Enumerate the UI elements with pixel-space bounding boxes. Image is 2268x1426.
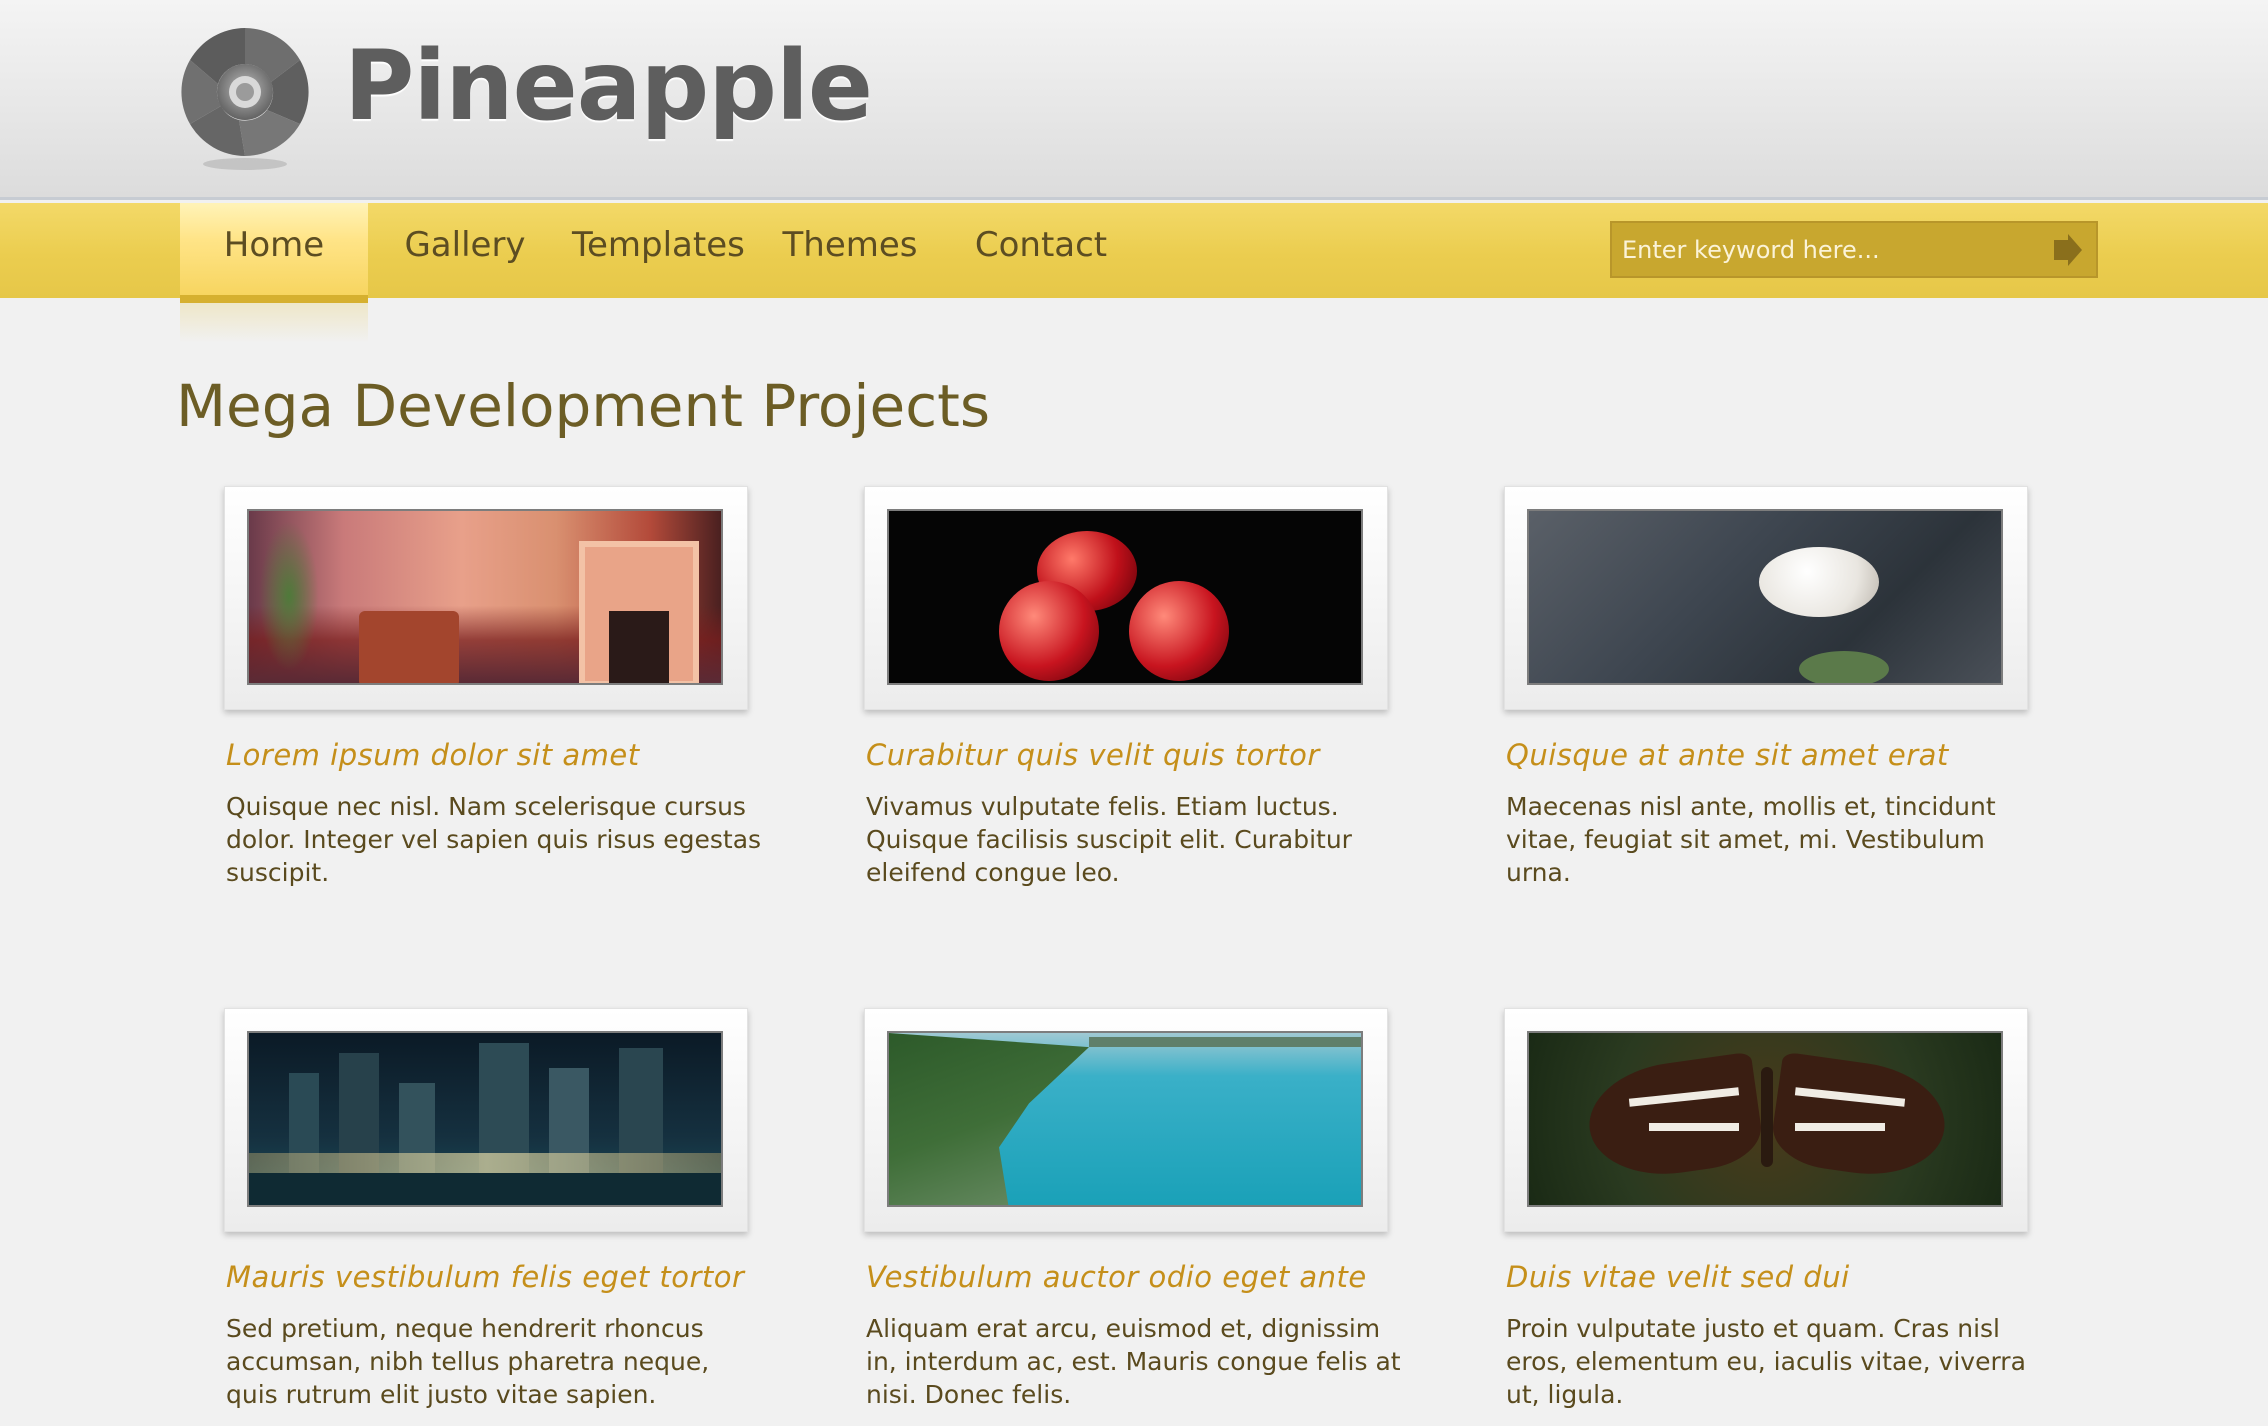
- card-title[interactable]: Mauris vestibulum felis eget tortor: [226, 1260, 826, 1294]
- card-text: Quisque nec nisl. Nam scelerisque cursus…: [226, 792, 762, 887]
- card-title[interactable]: Curabitur quis velit quis tortor: [866, 738, 1466, 772]
- card-title[interactable]: Quisque at ante sit amet erat: [1506, 738, 2106, 772]
- image-frame: [864, 1008, 1388, 1232]
- image-frame: [1504, 1008, 2028, 1232]
- image-frame: [1504, 486, 2028, 710]
- image-frame: [864, 486, 1388, 710]
- active-tab-glow: [180, 303, 368, 343]
- card-text: Proin vulputate justo et quam. Cras nisl…: [1506, 1314, 2026, 1409]
- butterfly-photo[interactable]: [1527, 1031, 2003, 1207]
- search-box: [1610, 221, 2098, 278]
- card-text: Vivamus vulputate felis. Etiam luctus. Q…: [866, 792, 1352, 887]
- image-frame: [224, 1008, 748, 1232]
- aperture-logo-icon[interactable]: [176, 24, 314, 174]
- card-text: Aliquam erat arcu, euismod et, dignissim…: [866, 1314, 1401, 1409]
- card-text: Maecenas nisl ante, mollis et, tincidunt…: [1506, 792, 1996, 887]
- card-text: Sed pretium, neque hendrerit rhoncus acc…: [226, 1314, 710, 1409]
- coastline-photo[interactable]: [887, 1031, 1363, 1207]
- apples-photo[interactable]: [887, 509, 1363, 685]
- arrow-right-icon[interactable]: [2046, 231, 2086, 269]
- main-nav: Home Gallery Templates Themes Contact: [0, 203, 2268, 303]
- brand-name[interactable]: Pineapple: [344, 30, 873, 142]
- image-frame: [224, 486, 748, 710]
- card-title[interactable]: Vestibulum auctor odio eget ante: [866, 1260, 1466, 1294]
- nav-item-templates[interactable]: Templates: [572, 203, 745, 298]
- nav-item-gallery[interactable]: Gallery: [400, 203, 530, 298]
- card-title[interactable]: Duis vitae velit sed dui: [1506, 1260, 2106, 1294]
- living-room-photo[interactable]: [247, 509, 723, 685]
- card-title[interactable]: Lorem ipsum dolor sit amet: [226, 738, 826, 772]
- search-input[interactable]: [1612, 223, 2022, 276]
- night-city-photo[interactable]: [247, 1031, 723, 1207]
- nav-item-contact[interactable]: Contact: [970, 203, 1112, 298]
- page-title: Mega Development Projects: [176, 372, 991, 440]
- rock-stone-photo[interactable]: [1527, 509, 2003, 685]
- nav-item-home[interactable]: Home: [180, 203, 368, 303]
- site-header: Pineapple: [0, 0, 2268, 200]
- nav-item-themes[interactable]: Themes: [780, 203, 920, 298]
